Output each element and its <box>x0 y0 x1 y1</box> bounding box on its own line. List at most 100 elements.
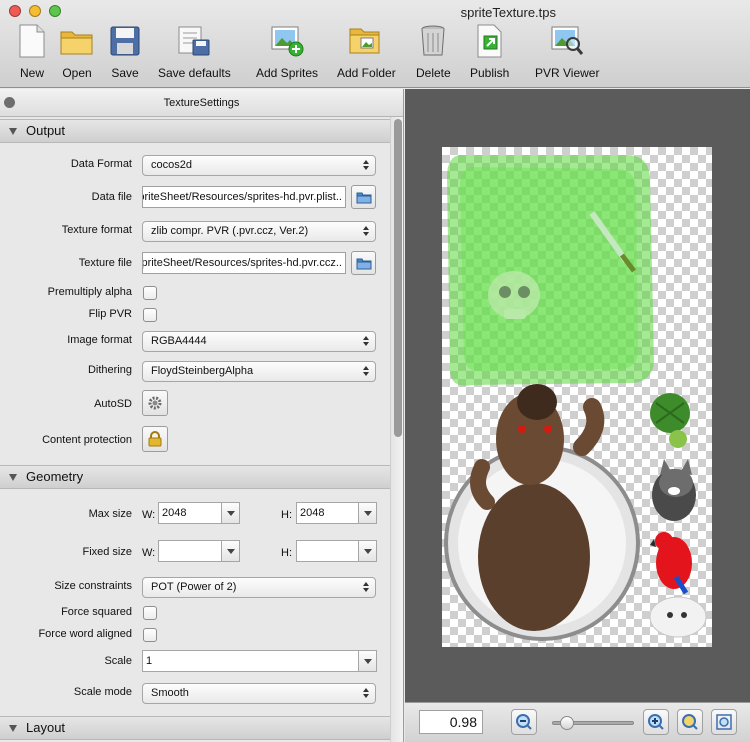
max-height-label: H: <box>281 509 292 521</box>
fixed-height-label: H: <box>281 547 292 559</box>
geometry-section-header[interactable]: Geometry <box>0 465 390 489</box>
save-disk-icon <box>108 24 142 58</box>
size-constraints-label: Size constraints <box>54 580 132 592</box>
save-defaults-button[interactable]: Save defaults <box>158 24 231 80</box>
combo-arrow-icon[interactable] <box>358 651 376 671</box>
add-sprites-button[interactable]: Add Sprites <box>256 24 318 80</box>
combo-arrow-icon[interactable] <box>358 541 376 561</box>
combo-arrow-icon[interactable] <box>358 503 376 523</box>
fixed-width-label: W: <box>142 547 156 559</box>
data-file-field[interactable]: ..SpriteSheet/Resources/sprites-hd.pvr.p… <box>142 186 346 208</box>
max-height-value: 2048 <box>300 507 325 519</box>
fixed-width-combo[interactable] <box>158 540 240 562</box>
scrollbar-thumb[interactable] <box>394 119 402 437</box>
dithering-label: Dithering <box>87 364 132 376</box>
image-format-popup[interactable]: RGBA4444 <box>142 331 376 352</box>
max-size-label: Max size <box>88 508 132 520</box>
open-button[interactable]: Open <box>60 24 94 80</box>
zoom-actual-size-button[interactable] <box>711 709 737 735</box>
add-sprites-label: Add Sprites <box>256 66 319 80</box>
max-width-combo[interactable]: 2048 <box>158 502 240 524</box>
ghost-sprite <box>649 596 707 638</box>
content-protection-label: Content protection <box>42 434 132 446</box>
max-width-value: 2048 <box>162 507 187 519</box>
output-section-title: Output <box>26 123 66 138</box>
zoom-out-button[interactable] <box>511 709 537 735</box>
combo-arrow-icon[interactable] <box>221 541 239 561</box>
pvr-viewer-button[interactable]: PVR Viewer <box>535 24 599 80</box>
scale-mode-label: Scale mode <box>73 686 132 698</box>
popup-arrows-icon <box>363 226 370 237</box>
image-format-label: Image format <box>67 334 132 346</box>
zoom-in-button[interactable] <box>643 709 669 735</box>
new-doc-icon <box>15 24 49 58</box>
gear-icon <box>148 396 162 410</box>
force-squared-label: Force squared <box>61 606 132 618</box>
save-defaults-label: Save defaults <box>158 66 231 80</box>
trash-icon <box>416 24 450 58</box>
zoom-fit-icon <box>682 714 698 730</box>
zoom-in-icon <box>648 714 664 730</box>
add-folder-button[interactable]: Add Folder <box>337 24 396 80</box>
flip-pvr-label: Flip PVR <box>88 308 132 320</box>
popup-arrows-icon <box>363 366 370 377</box>
size-constraints-value: POT (Power of 2) <box>151 581 237 593</box>
force-word-aligned-checkbox[interactable] <box>143 628 157 642</box>
data-format-value: cocos2d <box>151 159 192 171</box>
layout-section-title: Layout <box>26 720 66 735</box>
fixed-size-label: Fixed size <box>82 546 132 558</box>
scale-mode-popup[interactable]: Smooth <box>142 683 376 704</box>
data-format-label: Data Format <box>70 158 132 170</box>
scale-value: 1 <box>146 655 153 667</box>
dithering-popup[interactable]: FloydSteinbergAlpha <box>142 361 376 382</box>
scale-combo[interactable]: 1 <box>142 650 377 672</box>
layout-section-header[interactable]: Layout <box>0 716 390 740</box>
add-folder-label: Add Folder <box>337 66 396 80</box>
data-file-browse-button[interactable] <box>351 185 376 209</box>
new-button[interactable]: New <box>15 24 49 80</box>
save-defaults-icon <box>177 24 211 58</box>
data-format-popup[interactable]: cocos2d <box>142 155 376 176</box>
autosd-button[interactable] <box>142 390 168 416</box>
folder-icon <box>356 192 371 203</box>
content-protection-button[interactable] <box>142 426 168 452</box>
fixed-height-combo[interactable] <box>296 540 377 562</box>
size-constraints-popup[interactable]: POT (Power of 2) <box>142 577 376 598</box>
save-label: Save <box>111 66 139 80</box>
settings-scrollbar[interactable] <box>390 117 403 742</box>
panel-title: TextureSettings <box>163 97 240 109</box>
zoom-actual-icon <box>716 714 732 730</box>
zoom-slider-knob[interactable] <box>559 716 574 730</box>
combo-arrow-icon[interactable] <box>221 503 239 523</box>
zoom-out-icon <box>516 714 532 730</box>
max-height-combo[interactable]: 2048 <box>296 502 377 524</box>
texture-file-field[interactable]: ..SpriteSheet/Resources/sprites-hd.pvr.c… <box>142 252 346 274</box>
toolbar: spriteTexture.tps New Open Save Save def… <box>0 0 750 88</box>
texture-file-browse-button[interactable] <box>351 251 376 275</box>
zoom-slider[interactable] <box>552 716 634 730</box>
zoom-fit-button[interactable] <box>677 709 703 735</box>
disclosure-triangle-icon <box>9 725 17 732</box>
disclosure-triangle-icon <box>9 128 17 135</box>
cat-sprite <box>652 459 696 521</box>
sprite-sheet-preview[interactable] <box>442 147 712 647</box>
texture-format-value: zlib compr. PVR (.pvr.ccz, Ver.2) <box>151 225 309 237</box>
delete-button[interactable]: Delete <box>416 24 451 80</box>
data-file-label: Data file <box>91 191 132 203</box>
premultiply-alpha-checkbox[interactable] <box>143 286 157 300</box>
output-section-header[interactable]: Output <box>0 119 390 143</box>
texture-format-popup[interactable]: zlib compr. PVR (.pvr.ccz, Ver.2) <box>142 221 376 242</box>
panel-toggle-icon[interactable] <box>4 97 15 108</box>
window-title: spriteTexture.tps <box>460 5 556 20</box>
zoom-field[interactable]: 0.98 <box>419 710 483 734</box>
save-button[interactable]: Save <box>108 24 142 80</box>
open-label: Open <box>62 66 92 80</box>
zoom-bar: 0.98 <box>405 702 750 742</box>
flip-pvr-checkbox[interactable] <box>143 308 157 322</box>
popup-arrows-icon <box>363 688 370 699</box>
premultiply-alpha-label: Premultiply alpha <box>47 286 132 298</box>
panel-header: TextureSettings <box>0 89 403 117</box>
new-label: New <box>19 66 44 80</box>
publish-button[interactable]: Publish <box>470 24 509 80</box>
force-squared-checkbox[interactable] <box>143 606 157 620</box>
